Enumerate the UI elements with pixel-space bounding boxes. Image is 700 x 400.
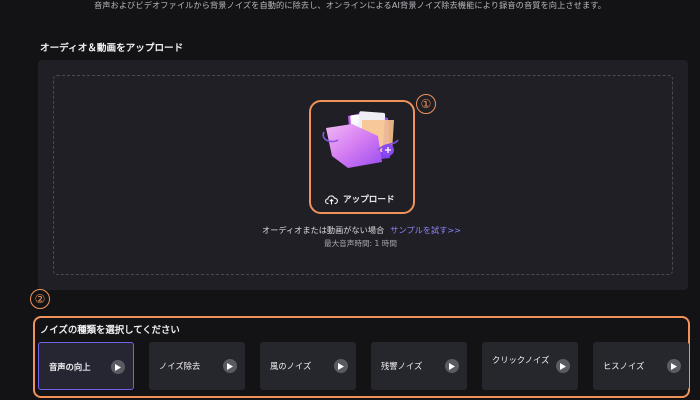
noise-option-label: ノイズ除去 <box>159 361 201 371</box>
no-audio-label: オーディオまたは動画がない場合 <box>262 225 385 235</box>
play-icon[interactable] <box>556 359 570 373</box>
noise-option-label: ヒスノイズ <box>603 361 645 371</box>
no-audio-text: オーディオまたは動画がない場合 サンプルを試す>> <box>262 224 461 236</box>
page-description: 音声およびビデオファイルから背景ノイズを自動的に除去し、オンラインによるAI背景… <box>93 0 607 10</box>
noise-option-label: 風のノイズ <box>270 361 312 371</box>
play-icon[interactable] <box>445 359 459 373</box>
noise-option-voice-enhance[interactable]: 音声の向上 <box>38 342 134 390</box>
play-icon[interactable] <box>111 360 125 374</box>
upload-highlight-frame <box>309 100 415 214</box>
noise-option-wind-noise[interactable]: 風のノイズ <box>260 342 356 390</box>
noise-option-label: 音声の向上 <box>49 362 91 372</box>
noise-option-noise-removal[interactable]: ノイズ除去 <box>149 342 245 390</box>
sample-link[interactable]: サンプルを試す>> <box>390 225 461 235</box>
annotation-badge-2: ② <box>30 289 50 309</box>
noise-option-hiss-noise[interactable]: ヒスノイズ <box>593 342 689 390</box>
play-icon[interactable] <box>667 359 681 373</box>
noise-option-label: クリックノイズ <box>492 355 550 365</box>
play-icon[interactable] <box>334 359 348 373</box>
noise-option-reverb-noise[interactable]: 残響ノイズ <box>371 342 467 390</box>
noise-option-click-noise[interactable]: クリックノイズ <box>482 342 578 390</box>
upload-section-title: オーディオ＆動画をアップロード <box>40 43 184 54</box>
max-duration-text: 最大音声時間: 1 時間 <box>324 239 397 248</box>
noise-section-title: ノイズの種類を選択してください <box>40 325 180 336</box>
annotation-badge-1: ① <box>416 94 436 114</box>
play-icon[interactable] <box>223 359 237 373</box>
noise-option-label: 残響ノイズ <box>381 361 423 371</box>
